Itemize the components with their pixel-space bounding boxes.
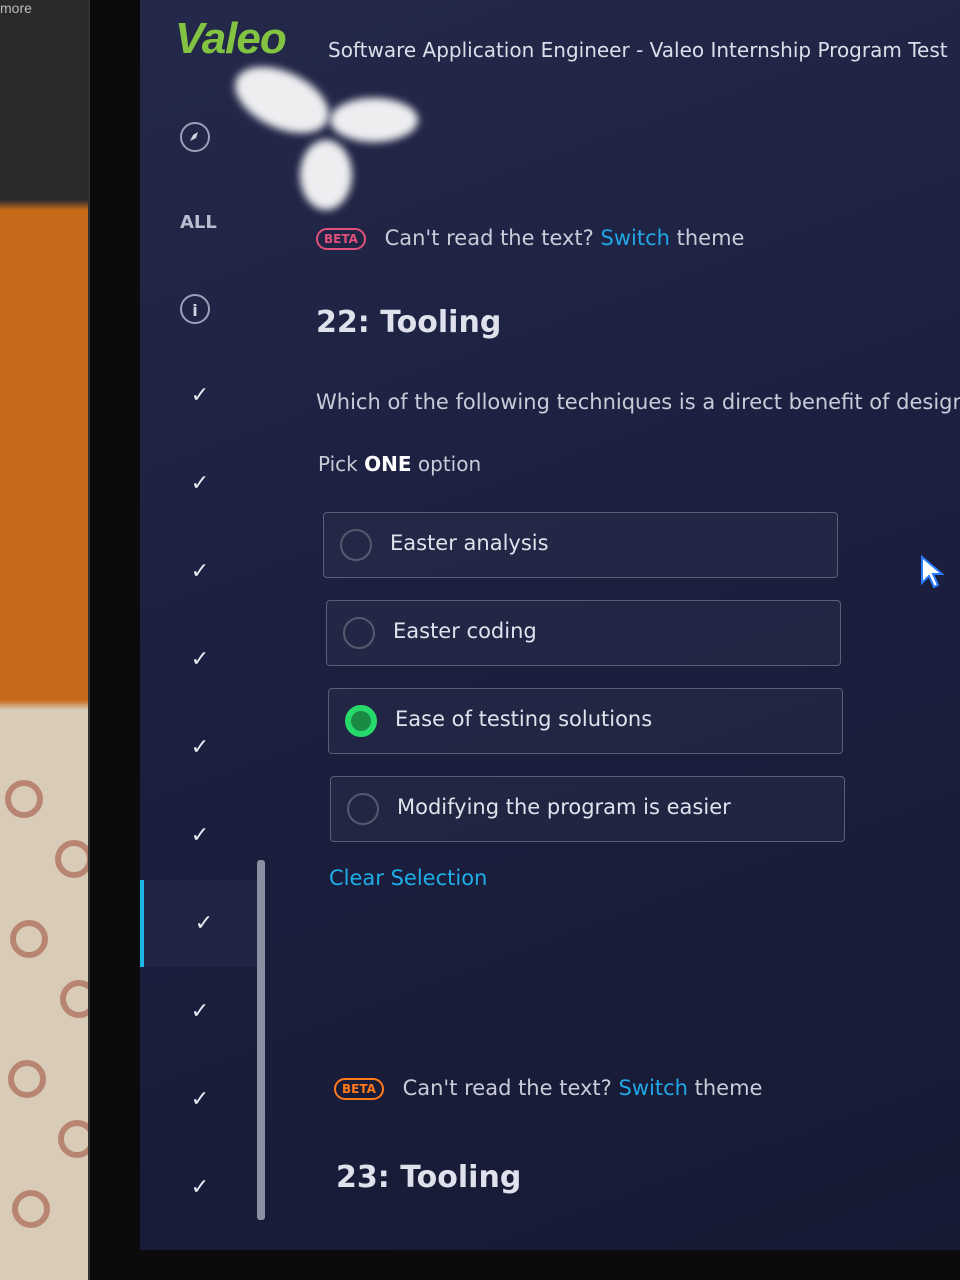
pick-instruction: Pick ONE option bbox=[318, 452, 481, 476]
radio-button-selected[interactable] bbox=[345, 705, 377, 737]
title-role: Software Application Engineer bbox=[328, 38, 630, 62]
theme-notice-suffix: theme bbox=[694, 1076, 763, 1100]
valeo-logo: Valeo bbox=[175, 14, 287, 63]
radio-button[interactable] bbox=[343, 617, 375, 649]
question-nav-item[interactable]: ✓ bbox=[140, 352, 260, 439]
pick-prefix: Pick bbox=[318, 452, 358, 476]
radio-button[interactable] bbox=[340, 529, 372, 561]
question-nav-item-active[interactable]: ✓ bbox=[140, 880, 264, 967]
question-nav-item[interactable]: ✓ bbox=[140, 1056, 260, 1143]
question-sidebar: ALL i ✓ ✓ ✓ ✓ ✓ ✓ ✓ ✓ ✓ ✓ bbox=[140, 90, 265, 1250]
title-separator: - bbox=[636, 38, 644, 62]
question-nav-item[interactable]: ✓ bbox=[140, 792, 260, 879]
question-nav-item[interactable]: ✓ bbox=[140, 616, 260, 703]
light-glare bbox=[300, 140, 352, 210]
question-nav-item[interactable]: ✓ bbox=[140, 528, 260, 615]
theme-notice-suffix: theme bbox=[676, 226, 745, 250]
theme-notice: BETA Can't read the text? Switch theme bbox=[334, 1076, 762, 1100]
pick-count: ONE bbox=[364, 452, 412, 476]
light-glare bbox=[330, 98, 418, 142]
question-nav-item[interactable]: ✓ bbox=[140, 968, 260, 1055]
filter-all[interactable]: ALL bbox=[180, 212, 217, 233]
compass-icon[interactable] bbox=[180, 122, 210, 152]
option-label: Ease of testing solutions bbox=[395, 707, 653, 731]
question-nav-item[interactable]: ✓ bbox=[140, 1144, 260, 1231]
question-title: 23: Tooling bbox=[336, 1160, 522, 1195]
info-icon[interactable]: i bbox=[180, 294, 210, 324]
answer-option[interactable]: Modifying the program is easier bbox=[330, 776, 845, 842]
question-nav-item[interactable]: ✓ bbox=[140, 440, 260, 527]
radio-button[interactable] bbox=[347, 793, 379, 825]
beta-badge: BETA bbox=[334, 1078, 384, 1100]
answer-option[interactable]: Easter coding bbox=[326, 600, 841, 666]
theme-notice-prefix: Can't read the text? bbox=[402, 1076, 612, 1100]
sidebar-scrollbar[interactable] bbox=[257, 860, 265, 1220]
mouse-cursor-icon bbox=[920, 554, 945, 589]
option-label: Easter coding bbox=[393, 619, 537, 643]
theme-notice-prefix: Can't read the text? bbox=[384, 226, 594, 250]
switch-theme-link[interactable]: Switch bbox=[601, 226, 670, 250]
clear-selection-link[interactable]: Clear Selection bbox=[329, 866, 487, 890]
theme-notice: BETA Can't read the text? Switch theme bbox=[316, 226, 744, 250]
beta-badge: BETA bbox=[316, 228, 366, 250]
switch-theme-link[interactable]: Switch bbox=[619, 1076, 688, 1100]
pick-suffix: option bbox=[417, 452, 482, 476]
page-title: Software Application Engineer - Valeo In… bbox=[328, 38, 948, 62]
title-program: Valeo Internship Program Test bbox=[649, 38, 948, 62]
option-label: Modifying the program is easier bbox=[397, 795, 731, 819]
question-title: 22: Tooling bbox=[316, 305, 502, 340]
option-label: Easter analysis bbox=[390, 531, 549, 555]
answer-option[interactable]: Easter analysis bbox=[323, 512, 838, 578]
answer-option-selected[interactable]: Ease of testing solutions bbox=[328, 688, 843, 754]
photo-corner-label: more bbox=[0, 0, 32, 16]
question-nav-item[interactable]: ✓ bbox=[140, 704, 260, 791]
question-text: Which of the following techniques is a d… bbox=[316, 390, 960, 414]
